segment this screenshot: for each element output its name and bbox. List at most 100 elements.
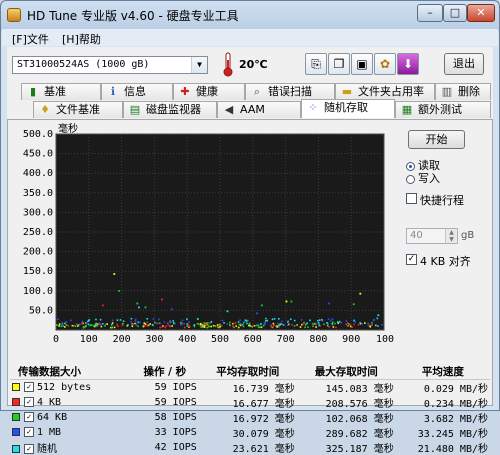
data-point (104, 323, 107, 326)
data-point (291, 323, 293, 326)
data-point (273, 318, 276, 320)
data-point (249, 325, 252, 327)
data-point (203, 324, 206, 327)
avg-access-cell: 30.079 毫秒 (232, 429, 295, 440)
data-point (142, 324, 145, 327)
data-point (273, 324, 275, 327)
download-icon[interactable]: ⬇ (397, 53, 419, 75)
data-point (318, 319, 321, 321)
data-point (364, 322, 366, 324)
data-point (278, 326, 280, 328)
x-tick-label: 800 (309, 334, 327, 345)
tab-folder-usage[interactable]: ▬ 文件夹占用率 (335, 83, 435, 100)
drive-select[interactable]: ST31000524AS (1000 gB) ▼ (12, 56, 208, 74)
data-point (374, 324, 377, 327)
series-checkbox[interactable]: ✓ (24, 397, 34, 407)
maximize-icon[interactable]: □ (443, 4, 467, 22)
tab-aam[interactable]: ◀ AAM (217, 101, 301, 118)
data-point (228, 323, 231, 326)
tab-file-benchmark[interactable]: ♦ 文件基准 (33, 101, 123, 118)
data-point (377, 325, 379, 327)
data-point (206, 326, 208, 329)
data-point (313, 323, 316, 325)
copy-info-icon[interactable]: ⎘ (305, 53, 327, 75)
options-icon[interactable]: ✿ (374, 53, 396, 75)
series-checkbox[interactable]: ✓ (24, 444, 34, 454)
spin-up-icon[interactable]: ▲ (445, 229, 457, 236)
quick-range-input[interactable]: 40 ▲ ▼ (406, 228, 458, 244)
app-window: HD Tune 专业版 v4.60 - 硬盘专业工具 – □ ✕ [F]文件 [… (0, 0, 500, 455)
data-point (240, 322, 242, 325)
exit-button[interactable]: 退出 (444, 53, 484, 75)
series-checkbox[interactable]: ✓ (24, 427, 34, 437)
data-point (183, 326, 186, 329)
data-point (304, 326, 306, 329)
data-point (99, 324, 102, 327)
data-point (220, 324, 223, 327)
tab-benchmark[interactable]: ▮ 基准 (21, 83, 101, 100)
minimize-icon[interactable]: – (417, 4, 443, 22)
x-tick-label: 700 (277, 334, 295, 345)
align-4kb-checkbox[interactable]: ✓ (406, 254, 417, 265)
tab-health[interactable]: ✚ 健康 (173, 83, 245, 100)
data-point (170, 308, 173, 311)
write-radio[interactable]: 写入 (406, 173, 476, 186)
tab-error-scan[interactable]: ⌕ 错误扫描 (245, 83, 335, 100)
ops-cell: 33 IOPS (154, 427, 197, 438)
data-point (116, 319, 119, 321)
data-point (151, 324, 154, 326)
write-radio-dot[interactable] (406, 174, 415, 184)
title-bar[interactable]: HD Tune 专业版 v4.60 - 硬盘专业工具 – □ ✕ (1, 1, 499, 29)
close-icon[interactable]: ✕ (467, 4, 495, 22)
temperature-readout: 20℃ (239, 58, 268, 71)
tab-random-access[interactable]: ⁘ 随机存取 (301, 99, 395, 118)
data-point (275, 325, 278, 327)
data-point (146, 321, 148, 324)
spin-down-icon[interactable]: ▼ (445, 236, 457, 243)
data-point (159, 322, 162, 325)
data-point (242, 325, 245, 328)
tab-disk-monitor[interactable]: ▤ 磁盘监视器 (123, 101, 217, 118)
data-point (326, 321, 328, 324)
quick-checkbox[interactable] (406, 193, 417, 204)
data-point (134, 318, 137, 321)
x-tick-label: 100 (80, 334, 98, 345)
avg-speed-cell: 33.245 MB/秒 (417, 429, 488, 440)
tab-info[interactable]: ℹ 信息 (101, 83, 173, 100)
menu-help[interactable]: [H]帮助 (62, 31, 101, 47)
ops-cell: 59 IOPS (154, 397, 197, 408)
align-4kb-label: 4 KB 对齐 (420, 255, 471, 268)
data-point (95, 318, 97, 321)
data-point (306, 322, 309, 325)
read-radio-dot[interactable] (406, 161, 415, 171)
tab-extra-tests[interactable]: ▦ 额外测试 (395, 101, 491, 118)
data-point (196, 318, 199, 320)
series-checkbox[interactable]: ✓ (24, 412, 34, 422)
menu-file[interactable]: [F]文件 (12, 31, 49, 47)
y-tick-label: 100.0 (23, 286, 53, 297)
data-point (369, 325, 371, 327)
data-point (296, 324, 298, 326)
series-label: 4 KB (37, 397, 62, 408)
x-tick-label: 600 (244, 334, 262, 345)
read-radio[interactable]: 读取 (406, 160, 476, 173)
data-point (136, 302, 139, 305)
data-point (334, 322, 336, 325)
data-point (348, 323, 350, 325)
health-cross-icon: ✚ (180, 85, 190, 98)
data-point (72, 324, 75, 327)
data-point (263, 323, 266, 326)
data-point (352, 303, 355, 306)
max-access-cell: 208.576 毫秒 (325, 399, 394, 410)
save-icon[interactable]: ▣ (351, 53, 373, 75)
data-point (67, 325, 70, 327)
data-point (139, 321, 141, 324)
start-button[interactable]: 开始 (408, 130, 465, 149)
chevron-down-icon[interactable]: ▼ (191, 57, 207, 73)
series-checkbox[interactable]: ✓ (24, 382, 34, 392)
tab-erase[interactable]: ▥ 删除 (435, 83, 491, 100)
data-point (293, 325, 296, 327)
copy-screen-icon[interactable]: ❐ (328, 53, 350, 75)
data-point (376, 317, 379, 320)
data-point (263, 322, 266, 324)
